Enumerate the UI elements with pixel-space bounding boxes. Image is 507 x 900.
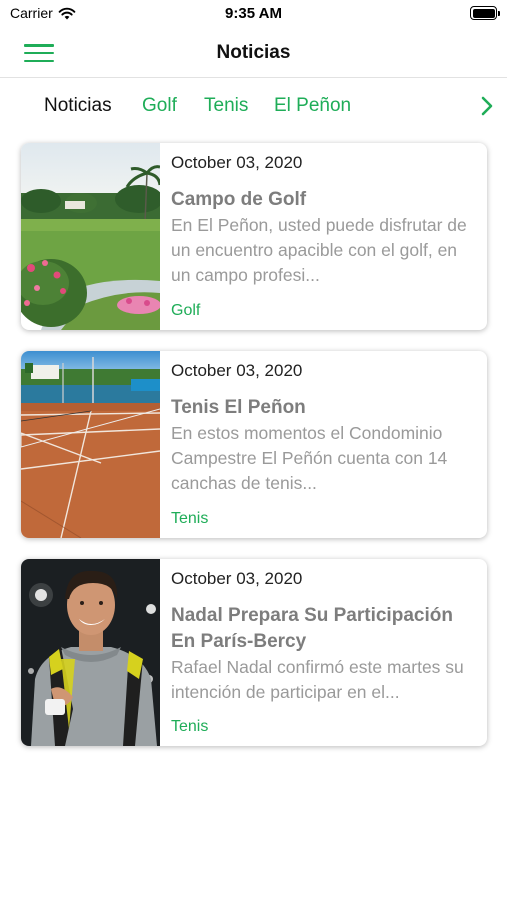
hamburger-menu-icon[interactable] bbox=[24, 42, 54, 64]
news-card-body: October 03, 2020 Campo de Golf En El Peñ… bbox=[171, 143, 477, 330]
tab-noticias[interactable]: Noticias bbox=[44, 95, 112, 117]
status-bar: Carrier 9:35 AM bbox=[0, 0, 507, 30]
navigation-bar: Noticias bbox=[0, 30, 507, 78]
tab-golf[interactable]: Golf bbox=[142, 95, 177, 117]
news-category[interactable]: Tenis bbox=[171, 510, 208, 528]
battery-icon bbox=[470, 6, 500, 20]
tab-tenis[interactable]: Tenis bbox=[204, 95, 248, 117]
golf-course-image bbox=[21, 143, 160, 330]
news-date: October 03, 2020 bbox=[171, 153, 303, 172]
category-tab-bar: Noticias Golf Tenis El Peñon bbox=[0, 80, 507, 134]
news-date: October 03, 2020 bbox=[171, 569, 303, 588]
news-category[interactable]: Golf bbox=[171, 302, 200, 320]
news-excerpt: Rafael Nadal confirmó este martes su int… bbox=[171, 657, 464, 702]
news-card[interactable]: October 03, 2020 Nadal Prepara Su Partic… bbox=[21, 559, 487, 746]
news-card-body: October 03, 2020 Nadal Prepara Su Partic… bbox=[171, 559, 477, 746]
news-card-body: October 03, 2020 Tenis El Peñon En estos… bbox=[171, 351, 477, 538]
chevron-right-icon[interactable] bbox=[479, 94, 495, 118]
news-category[interactable]: Tenis bbox=[171, 718, 208, 736]
tennis-player-image bbox=[21, 559, 160, 746]
news-excerpt: En El Peñon, usted puede disfrutar de un… bbox=[171, 215, 467, 285]
page-title: Noticias bbox=[216, 42, 291, 63]
tab-el-penon[interactable]: El Peñon bbox=[274, 95, 351, 117]
clay-tennis-court-image bbox=[21, 351, 160, 538]
news-card[interactable]: October 03, 2020 Tenis El Peñon En estos… bbox=[21, 351, 487, 538]
news-card[interactable]: October 03, 2020 Campo de Golf En El Peñ… bbox=[21, 143, 487, 330]
news-title: Campo de Golf bbox=[171, 189, 307, 210]
news-date: October 03, 2020 bbox=[171, 361, 303, 380]
news-excerpt: En estos momentos el Condominio Campestr… bbox=[171, 423, 448, 493]
news-title: Tenis El Peñon bbox=[171, 397, 306, 418]
status-time: 9:35 AM bbox=[225, 5, 282, 22]
news-title: Nadal Prepara Su Participación En París-… bbox=[171, 605, 453, 652]
